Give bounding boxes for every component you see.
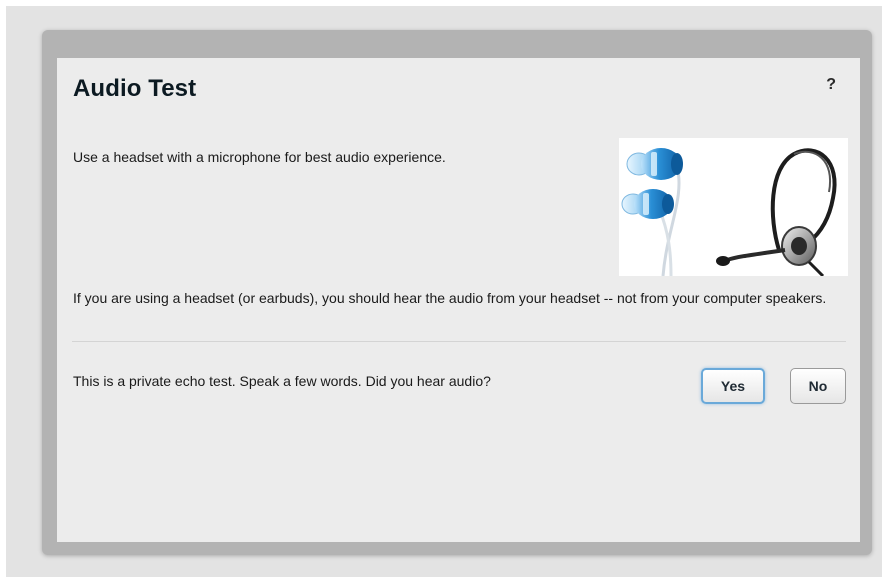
no-button[interactable]: No [790,368,846,404]
yes-button[interactable]: Yes [701,368,765,404]
help-button[interactable]: ? [826,76,836,94]
headset-and-earbuds-image [619,138,848,276]
headset-info-text: If you are using a headset (or earbuds),… [73,290,827,306]
intro-text: Use a headset with a microphone for best… [73,149,446,165]
audio-test-dialog: Audio Test ? Use a headset with a microp… [57,58,860,542]
divider [72,341,846,342]
echo-test-prompt: This is a private echo test. Speak a few… [73,373,491,389]
dialog-title: Audio Test [73,75,197,102]
